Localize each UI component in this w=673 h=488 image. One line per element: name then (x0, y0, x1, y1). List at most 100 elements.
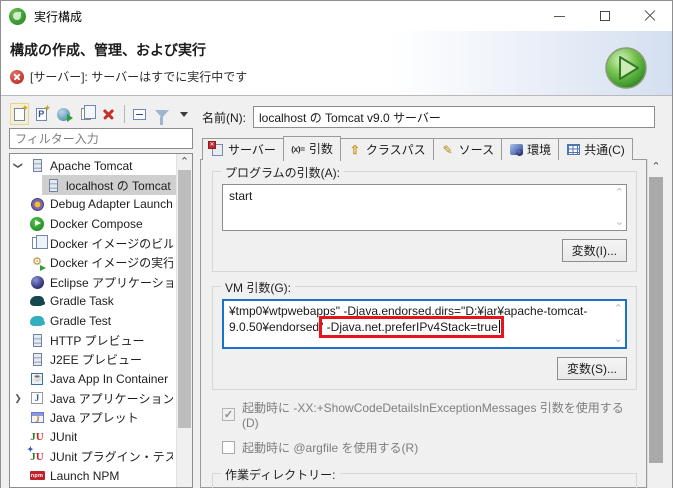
tree-item-gradle-task[interactable]: Gradle Task (10, 292, 176, 311)
server-tab-icon: ✕ (208, 140, 224, 157)
configurations-sidebar: ✦ P ✦ フィルター入力 ❯ Apache Tomcat localhost … (9, 101, 193, 488)
tree-item-launch-npm[interactable]: Launch NPM (10, 466, 176, 485)
docker-build-icon (29, 234, 48, 251)
text-caret (498, 320, 501, 333)
scroll-up-icon (615, 189, 624, 197)
delete-button[interactable] (99, 103, 117, 125)
working-directory-group: 作業ディレクトリー: デフォルト(U): D:¥dev¥sts-4.10.0.R… (212, 466, 637, 488)
npm-icon (29, 468, 45, 484)
program-arguments-variables-button[interactable]: 変数(I)... (561, 239, 627, 262)
tab-strip: ✕ サーバー 引数 クラスパス ソース 環境 (200, 135, 664, 161)
scroll-down-icon (614, 335, 623, 343)
new-configuration-icon: ✦ (13, 103, 29, 121)
vm-arguments-label: VM 引数(G): (221, 279, 295, 296)
tree-item-eclipse-application[interactable]: Eclipse アプリケーション (10, 272, 176, 291)
maximize-button[interactable] (582, 1, 627, 31)
debug-adapter-icon (29, 196, 45, 212)
new-configuration-button[interactable]: ✦ (10, 103, 29, 125)
junit-plugin-icon: ✦ (27, 445, 45, 465)
tree-item-docker-image-run[interactable]: Docker イメージの実行 (10, 253, 176, 272)
vm-arguments-line2: 9.0.50¥endorsed" -Djava.net.preferIPv4St… (229, 316, 608, 338)
ipv4-argument-highlight: -Djava.net.preferIPv4Stack=true (319, 316, 505, 338)
banner-title: 構成の作成、管理、および実行 (10, 42, 206, 58)
tree-item-apache-tomcat[interactable]: Apache Tomcat (10, 156, 176, 175)
source-tab-icon (441, 143, 455, 157)
export-configurations-button[interactable] (55, 103, 74, 125)
close-icon (644, 10, 656, 22)
eclipse-icon (29, 274, 45, 290)
duplicate-button[interactable] (77, 103, 97, 125)
tree-item-docker-compose[interactable]: Docker Compose (10, 214, 176, 233)
scroll-up-icon (614, 305, 623, 313)
dialog-banner: 構成の作成、管理、および実行 [サーバー]: サーバーはすでに実行中です (1, 31, 672, 96)
tree-item-java-applet[interactable]: Java アプレット (10, 408, 176, 427)
tree-item-java-application[interactable]: Java アプリケーション (10, 389, 176, 408)
tree-item-localhost-tomcat[interactable]: localhost の Tomcat v9.0 サーバー (10, 175, 176, 195)
new-prototype-button[interactable]: P ✦ (33, 103, 51, 125)
tree-item-docker-image-build[interactable]: Docker イメージのビルド (10, 234, 176, 253)
environment-tab-icon (509, 143, 523, 157)
maximize-icon (599, 11, 610, 21)
panel-scrollbar[interactable] (647, 159, 664, 488)
gradle-icon (29, 293, 45, 309)
java-application-icon (29, 390, 45, 406)
collapse-all-button[interactable] (130, 103, 148, 125)
tree-scrollbar-thumb[interactable] (178, 170, 191, 428)
view-menu-button[interactable] (175, 103, 193, 125)
filter-button[interactable] (153, 103, 171, 125)
tab-common[interactable]: 共通(C) (558, 138, 633, 160)
toolbar-separator (123, 105, 125, 123)
vm-arguments-variables-button[interactable]: 変数(S)... (557, 357, 627, 380)
server-icon (29, 332, 45, 348)
tab-classpath[interactable]: クラスパス (339, 138, 434, 160)
server-icon (29, 352, 45, 368)
checkbox-unchecked-icon[interactable] (222, 441, 235, 454)
configuration-tree: Apache Tomcat localhost の Tomcat v9.0 サー… (9, 153, 193, 488)
scroll-up-icon[interactable] (648, 159, 664, 175)
program-arguments-textarea[interactable]: start (222, 184, 627, 231)
play-circle-icon (29, 216, 45, 232)
minimize-button[interactable] (537, 1, 582, 31)
filter-placeholder: フィルター入力 (15, 132, 99, 146)
tree-item-junit-plugin-test[interactable]: ✦JUnit プラグイン・テスト (10, 445, 176, 466)
error-message: [サーバー]: サーバーはすでに実行中です (30, 70, 248, 84)
server-icon (45, 177, 61, 193)
tab-source[interactable]: ソース (432, 138, 503, 160)
tree-item-debug-adapter[interactable]: Debug Adapter Launcher (10, 195, 176, 214)
show-code-details-option: 起動時に -XX:+ShowCodeDetailsInExceptionMess… (222, 399, 637, 430)
name-label: 名前(N): (202, 110, 246, 125)
vm-arguments-group: VM 引数(G): ¥tmp0¥wtpwebapps" -Djava.endor… (212, 279, 637, 390)
new-prototype-icon: P ✦ (36, 102, 52, 121)
expander-icon[interactable] (10, 160, 26, 171)
program-arguments-value: start (229, 189, 253, 203)
docker-run-icon (29, 255, 46, 271)
vm-arguments-textarea[interactable]: ¥tmp0¥wtpwebapps" -Djava.endorsed.dirs="… (222, 299, 627, 349)
window-title: 実行構成 (34, 9, 83, 24)
tree-item-gradle-test[interactable]: Gradle Test (10, 311, 176, 330)
tab-server[interactable]: ✕ サーバー (202, 138, 284, 160)
tab-arguments[interactable]: 引数 (282, 136, 341, 161)
working-directory-label: 作業ディレクトリー: (221, 466, 340, 483)
chevron-down-icon (179, 111, 188, 117)
gradle-test-icon (29, 313, 45, 329)
tab-environment[interactable]: 環境 (501, 138, 560, 160)
run-button[interactable] (604, 46, 648, 90)
argfile-option[interactable]: 起動時に @argfile を使用する(R) (222, 439, 637, 456)
expander-icon[interactable] (10, 393, 26, 404)
tree-item-http-preview[interactable]: HTTP プレビュー (10, 331, 176, 350)
name-value: localhost の Tomcat v9.0 サーバー (259, 110, 441, 125)
close-button[interactable] (627, 1, 672, 31)
filter-input[interactable]: フィルター入力 (9, 128, 193, 149)
tree-scrollbar[interactable] (176, 154, 192, 487)
server-icon (29, 158, 45, 174)
tree-item-j2ee-preview[interactable]: J2EE プレビュー (10, 350, 176, 369)
checkbox-checked-icon (222, 408, 235, 421)
tree-item-maven-build[interactable]: Maven ビルド (10, 486, 176, 487)
panel-scrollbar-thumb[interactable] (649, 177, 663, 463)
scroll-up-icon[interactable] (177, 154, 192, 169)
name-input[interactable]: localhost の Tomcat v9.0 サーバー (253, 106, 655, 128)
arguments-tab-panel: プログラムの引数(A): start 変数(I)... (200, 159, 647, 488)
tree-item-junit[interactable]: JUnit (10, 427, 176, 446)
tree-item-java-app-in-container[interactable]: Java App In Container (10, 369, 176, 388)
filter-icon (154, 110, 169, 125)
